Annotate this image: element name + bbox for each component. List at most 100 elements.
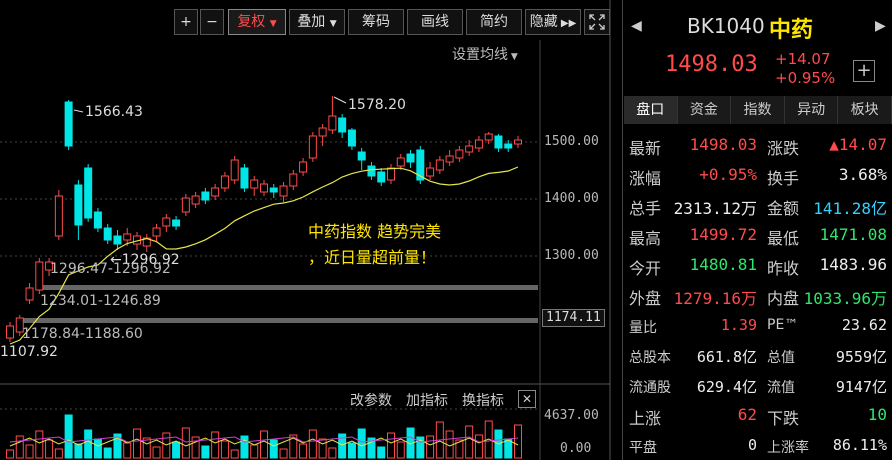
quote-value: 1.39 bbox=[720, 316, 757, 334]
volume-bar bbox=[64, 414, 73, 459]
quote-value: 23.62 bbox=[841, 316, 887, 334]
volume-bar bbox=[93, 438, 102, 459]
volume-bar bbox=[318, 438, 327, 459]
candle-body bbox=[474, 139, 483, 149]
volume-bar bbox=[133, 428, 141, 459]
candle-body bbox=[230, 159, 239, 181]
quote-key: 今开 bbox=[629, 259, 662, 278]
volume-bar bbox=[6, 449, 14, 459]
candle-body bbox=[64, 101, 73, 147]
gap-bar-2 bbox=[18, 318, 538, 323]
quote-value: 1480.81 bbox=[689, 255, 757, 274]
candle-body bbox=[152, 227, 161, 237]
volume-bar bbox=[504, 438, 513, 459]
volume-bar bbox=[328, 447, 337, 459]
quote-key: 流通股 bbox=[629, 380, 671, 396]
candle-body bbox=[484, 133, 493, 141]
vol-tool-huanzhibiao[interactable]: 换指标 bbox=[462, 390, 504, 410]
volume-bar bbox=[308, 429, 317, 459]
volume-bar bbox=[181, 427, 190, 459]
tab-zhishu[interactable]: 指数 bbox=[731, 96, 785, 124]
vol-tool-gaicanshu[interactable]: 改参数 bbox=[350, 390, 392, 410]
candle-body bbox=[357, 151, 366, 161]
volume-bar bbox=[191, 436, 200, 459]
volume-bar bbox=[250, 444, 259, 459]
candle-body bbox=[299, 161, 308, 173]
candle-body bbox=[426, 167, 435, 177]
candle-body bbox=[328, 115, 337, 131]
prev-stock-button[interactable]: ◀ bbox=[631, 18, 642, 34]
tab-zijin[interactable]: 资金 bbox=[677, 96, 732, 124]
candle-body bbox=[220, 175, 229, 189]
quote-value: 1033.96万 bbox=[803, 289, 887, 308]
candle-body bbox=[514, 139, 522, 145]
quote-key: 总值 bbox=[767, 350, 795, 366]
vol-tool-jiazhibiao[interactable]: 加指标 bbox=[406, 390, 448, 410]
quote-value: +0.95% bbox=[699, 165, 757, 184]
quote-row: 今开 1480.81 昨收 1483.96 bbox=[623, 250, 892, 280]
price-axis-1300: 1300.00 bbox=[544, 248, 599, 263]
candle-body bbox=[35, 261, 44, 291]
volume-bar bbox=[377, 446, 386, 459]
quote-key: 量比 bbox=[629, 320, 657, 336]
volume-bar bbox=[152, 446, 161, 459]
annotation-line2: ，近日量超前量！ bbox=[308, 248, 437, 267]
peak2-label: 1578.20 bbox=[348, 97, 406, 113]
close-volume-button[interactable]: ✕ bbox=[518, 390, 536, 408]
next-stock-button[interactable]: ▶ bbox=[875, 18, 886, 34]
gap3-label: 1178.84-1188.60 bbox=[22, 326, 143, 342]
quote-key: 外盘 bbox=[629, 289, 662, 308]
quote-value: 62 bbox=[737, 405, 757, 424]
quote-key: 涨幅 bbox=[629, 169, 662, 188]
volume-bar bbox=[172, 441, 181, 459]
quote-key: 总手 bbox=[629, 199, 662, 218]
volume-bar bbox=[240, 435, 249, 459]
volume-bar bbox=[465, 425, 474, 459]
candle-body bbox=[54, 195, 63, 237]
candle-body bbox=[240, 167, 249, 189]
quote-key: 金额 bbox=[767, 199, 800, 218]
candle-body bbox=[191, 195, 200, 205]
quote-key: 上涨 bbox=[629, 409, 662, 428]
quote-key: 总股本 bbox=[629, 350, 671, 366]
quote-row: 量比 1.39 PE™ 23.62 bbox=[623, 310, 892, 340]
quote-key: PE™ bbox=[767, 317, 799, 333]
chevron-right-icon: ▶ bbox=[875, 18, 886, 34]
candle-body bbox=[465, 145, 474, 153]
volume-bar bbox=[54, 448, 63, 459]
candle-body bbox=[93, 211, 102, 229]
volume-bar bbox=[211, 431, 220, 459]
candle-body bbox=[250, 179, 259, 189]
add-watchlist-button[interactable]: + bbox=[853, 60, 875, 82]
quote-value: 141.28亿 bbox=[813, 199, 887, 218]
price-axis-1500: 1500.00 bbox=[544, 134, 599, 149]
volume-bar bbox=[299, 443, 308, 459]
candle-body bbox=[25, 287, 34, 301]
candle-body bbox=[308, 135, 317, 159]
candle-body bbox=[103, 227, 112, 241]
quote-value: 661.8亿 bbox=[696, 348, 757, 366]
tab-yidong[interactable]: 异动 bbox=[784, 96, 839, 124]
volume-bar bbox=[269, 439, 278, 459]
quote-tabs: 盘口 资金 指数 异动 板块 bbox=[624, 96, 892, 124]
candle-body bbox=[6, 325, 14, 339]
tab-pankou[interactable]: 盘口 bbox=[624, 96, 678, 124]
quote-panel: ◀ BK1040 中药 ▶ 1498.03 +14.07 +0.95% + 盘口… bbox=[622, 0, 892, 460]
volume-bar bbox=[15, 435, 24, 459]
candle-body bbox=[504, 143, 513, 149]
quote-value: 1471.08 bbox=[819, 225, 887, 244]
quote-row: 涨幅 +0.95% 换手 3.68% bbox=[623, 160, 892, 190]
volume-bar bbox=[45, 439, 54, 459]
candle-body bbox=[181, 197, 190, 213]
peak1-arrow bbox=[73, 109, 84, 113]
price-axis-1400: 1400.00 bbox=[544, 191, 599, 206]
quote-row: 平盘 0 上涨率 86.11% bbox=[623, 430, 892, 460]
vol-axis-bottom: 0.00 bbox=[560, 441, 592, 456]
quote-key: 最高 bbox=[629, 229, 662, 248]
tab-bankuai[interactable]: 板块 bbox=[838, 96, 892, 124]
volume-bar bbox=[474, 434, 483, 459]
candle-body bbox=[318, 127, 327, 137]
quote-value: 1279.16万 bbox=[673, 289, 757, 308]
quote-key: 下跌 bbox=[767, 409, 800, 428]
peak1-label: 1566.43 bbox=[85, 104, 143, 120]
